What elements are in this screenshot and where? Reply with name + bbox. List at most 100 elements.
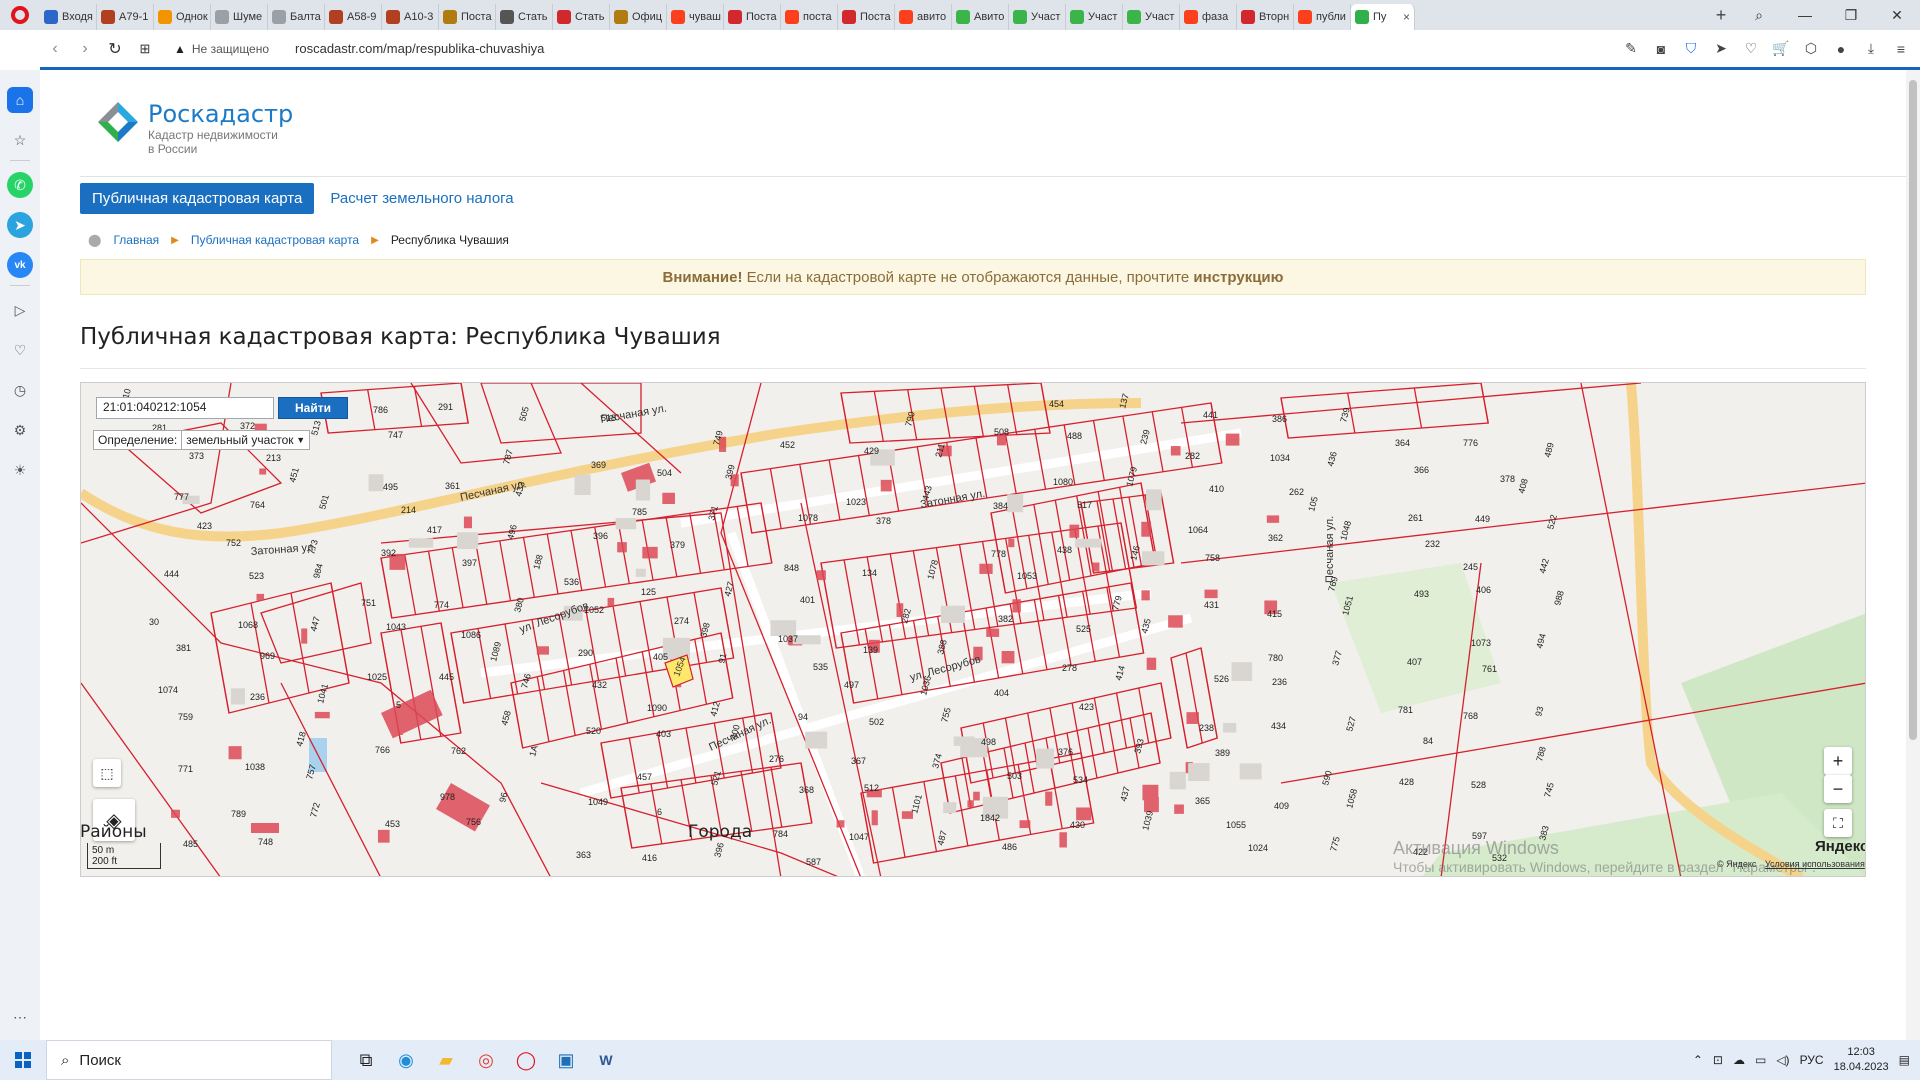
task-view-icon[interactable]: ⧉ — [346, 1040, 386, 1080]
page-scrollbar[interactable] — [1906, 70, 1920, 1040]
browser-tab[interactable]: А58-9 — [325, 4, 382, 30]
browser-tab[interactable]: Участ — [1123, 4, 1180, 30]
heart-icon[interactable]: ♡ — [1738, 36, 1764, 62]
reload-icon[interactable]: ↻ — [100, 34, 130, 64]
photos-icon[interactable]: ▣ — [546, 1040, 586, 1080]
menu-icon[interactable]: ≡ — [1888, 36, 1914, 62]
chevron-down-icon: ▼ — [296, 435, 306, 445]
minimize-button[interactable]: — — [1782, 0, 1828, 30]
zoom-in-button[interactable]: + — [1824, 747, 1852, 775]
tiles-icon[interactable]: ⊞ — [130, 34, 160, 64]
definition-select[interactable]: земельный участок ▼ — [181, 431, 309, 449]
volume-icon[interactable]: ◁) — [1776, 1053, 1789, 1067]
browser-tab[interactable]: Поста — [724, 4, 781, 30]
warning-icon[interactable]: ▲ — [174, 42, 186, 56]
parcel-number: 94 — [798, 712, 808, 722]
close-window-button[interactable]: ✕ — [1874, 0, 1920, 30]
shield-icon[interactable]: ⛉ — [1678, 36, 1704, 62]
clock[interactable]: 12:03 18.04.2023 — [1834, 1045, 1889, 1075]
browser-tab[interactable]: Поста — [838, 4, 895, 30]
browser-tab[interactable]: публи — [1294, 4, 1351, 30]
cadastral-number-input[interactable]: 21:01:040212:1054 — [96, 397, 274, 419]
parcel-number: 389 — [1215, 748, 1230, 758]
alert-instruction-link[interactable]: инструкцию — [1193, 269, 1283, 286]
terms-link[interactable]: Условия использования — [1765, 859, 1865, 869]
browser-tab[interactable]: Стать — [496, 4, 553, 30]
chrome-icon[interactable]: ◎ — [466, 1040, 506, 1080]
word-icon[interactable]: W — [586, 1040, 626, 1080]
send-icon[interactable]: ➤ — [1708, 36, 1734, 62]
yandex-logo[interactable]: Яндекс — [1815, 838, 1865, 855]
chevron-up-icon[interactable]: ⌃ — [1693, 1053, 1703, 1067]
site-logo[interactable]: Роскадастр Кадастр недвижимости в России — [96, 100, 293, 156]
parcel-number: 759 — [178, 712, 193, 722]
zoom-out-button[interactable]: − — [1824, 775, 1852, 803]
language-indicator[interactable]: РУС — [1800, 1053, 1824, 1067]
map-canvas[interactable]: 1054 21021321418827453575553410557393784… — [81, 383, 1866, 877]
security-label[interactable]: Не защищено — [192, 42, 269, 56]
whatsapp-icon[interactable]: ✆ — [7, 172, 33, 198]
edit-icon[interactable]: ✎ — [1618, 36, 1644, 62]
lightbulb-icon[interactable]: ☀ — [7, 457, 33, 483]
nav-land-tax[interactable]: Расчет земельного налога — [330, 190, 513, 207]
ruler-button[interactable]: ⬚ — [93, 759, 121, 787]
download-icon[interactable]: ⤓ — [1858, 36, 1884, 62]
browser-tab[interactable]: Однок — [154, 4, 211, 30]
browser-tab[interactable]: Офиц — [610, 4, 667, 30]
forward-button[interactable]: › — [70, 34, 100, 64]
onedrive-icon[interactable]: ☁ — [1733, 1053, 1745, 1067]
browser-tab[interactable]: Входя — [40, 4, 97, 30]
breadcrumb-home[interactable]: Главная — [113, 233, 159, 247]
browser-tab[interactable]: Участ — [1009, 4, 1066, 30]
breadcrumb-map[interactable]: Публичная кадастровая карта — [191, 233, 359, 247]
browser-tab[interactable]: Участ — [1066, 4, 1123, 30]
browser-tab-active[interactable]: Пу × — [1351, 4, 1415, 30]
browser-tab[interactable]: поста — [781, 4, 838, 30]
edge-icon[interactable]: ◉ — [386, 1040, 426, 1080]
browser-tab[interactable]: А10-3 — [382, 4, 439, 30]
parcel-number: 1034 — [1270, 453, 1290, 463]
url-field[interactable]: roscadastr.com/map/respublika-chuvashiya — [295, 41, 544, 56]
close-tab-icon[interactable]: × — [1403, 10, 1410, 24]
browser-tab[interactable]: Шуме — [211, 4, 268, 30]
scrollbar-thumb[interactable] — [1909, 80, 1917, 740]
search-tabs-icon[interactable]: ⌕ — [1736, 0, 1782, 30]
browser-tab[interactable]: А79-1 — [97, 4, 154, 30]
browser-tab[interactable]: Балта — [268, 4, 325, 30]
home-icon[interactable]: ⌂ — [7, 87, 33, 113]
browser-tab[interactable]: Стать — [553, 4, 610, 30]
opera-icon[interactable]: ◯ — [506, 1040, 546, 1080]
start-button[interactable] — [0, 1040, 46, 1080]
camera-icon[interactable]: ◙ — [1648, 36, 1674, 62]
browser-tab[interactable]: Авито — [952, 4, 1009, 30]
network-icon[interactable]: ⊡ — [1713, 1053, 1723, 1067]
maximize-button[interactable]: ❐ — [1828, 0, 1874, 30]
back-button[interactable]: ‹ — [40, 34, 70, 64]
browser-tab[interactable]: фаза — [1180, 4, 1237, 30]
fullscreen-button[interactable]: ⛶ — [1824, 809, 1852, 837]
cube-icon[interactable]: ⬡ — [1798, 36, 1824, 62]
more-icon[interactable]: ⋯ — [7, 1004, 33, 1030]
notifications-icon[interactable]: ▤ — [1899, 1053, 1910, 1067]
display-icon[interactable]: ▭ — [1755, 1053, 1766, 1067]
browser-tab[interactable]: чуваш — [667, 4, 724, 30]
opera-menu-icon[interactable] — [0, 0, 40, 30]
taskbar-search[interactable]: ⌕ Поиск — [46, 1040, 332, 1080]
find-button[interactable]: Найти — [278, 397, 348, 419]
settings-icon[interactable]: ⚙ — [7, 417, 33, 443]
history-icon[interactable]: ◷ — [7, 377, 33, 403]
nav-cadastral-map[interactable]: Публичная кадастровая карта — [80, 183, 315, 214]
player-icon[interactable]: ▷ — [7, 297, 33, 323]
star-icon[interactable]: ☆ — [7, 127, 33, 153]
file-explorer-icon[interactable]: ▰ — [426, 1040, 466, 1080]
heart-icon[interactable]: ♡ — [7, 337, 33, 363]
cadastral-map[interactable]: 1054 210 213 214 188 274 535 755 534 1055 739 378 4… — [80, 382, 1866, 877]
cart-icon[interactable]: 🛒 — [1768, 36, 1794, 62]
profile-icon[interactable]: ● — [1828, 36, 1854, 62]
browser-tab[interactable]: Поста — [439, 4, 496, 30]
new-tab-button[interactable]: + — [1706, 0, 1736, 30]
telegram-icon[interactable]: ➤ — [7, 212, 33, 238]
browser-tab[interactable]: авито — [895, 4, 952, 30]
vk-icon[interactable]: vk — [7, 252, 33, 278]
browser-tab[interactable]: Вторн — [1237, 4, 1294, 30]
